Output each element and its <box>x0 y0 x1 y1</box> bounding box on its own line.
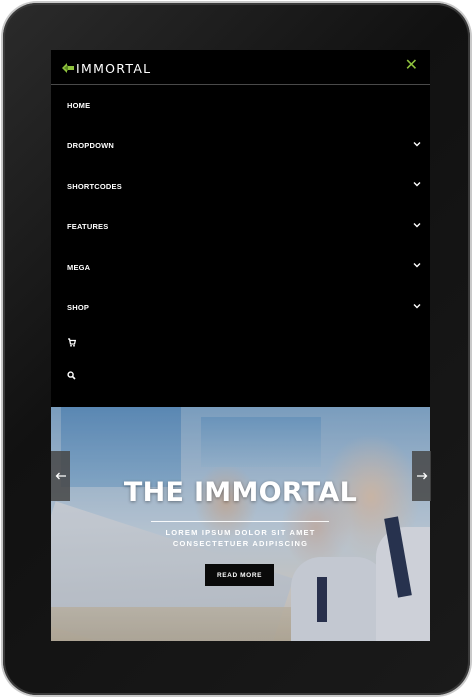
site-logo[interactable]: IMMORTAL <box>61 60 152 76</box>
logo-text: IMMORTAL <box>76 60 152 76</box>
chevron-down-icon[interactable] <box>412 301 422 311</box>
menu-item-home[interactable]: HOME <box>51 85 430 126</box>
hero-divider <box>151 521 329 522</box>
chevron-down-icon[interactable] <box>412 139 422 149</box>
hero-overlay <box>51 407 430 641</box>
slider-prev-button[interactable] <box>51 451 70 501</box>
arrow-left-icon <box>55 472 66 480</box>
mobile-screen: IMMORTAL ✕ HOME DROPDOWN SHORTCODES FEAT… <box>51 50 430 641</box>
menu-item-dropdown[interactable]: DROPDOWN <box>51 126 430 167</box>
menu-item-mega[interactable]: MEGA <box>51 247 430 288</box>
cart-icon <box>68 338 76 347</box>
menu-item-label: SHORTCODES <box>67 181 122 191</box>
chevron-down-icon[interactable] <box>412 260 422 270</box>
menu-item-label: SHOP <box>67 303 90 313</box>
menu-item-shortcodes[interactable]: SHORTCODES <box>51 166 430 207</box>
search-icon <box>67 371 76 380</box>
menu-item-label: MEGA <box>67 262 91 272</box>
hero-subtitle-line1: LOREM IPSUM DOLOR SIT AMET <box>165 528 316 537</box>
chevron-down-icon[interactable] <box>412 220 422 230</box>
hero-subtitle-line2: CONSECTETUER ADIPISCING <box>172 539 309 548</box>
hero-title: THE IMMORTAL <box>123 477 358 508</box>
hero-subtitle: LOREM IPSUM DOLOR SIT AMET CONSECTETUER … <box>51 527 430 549</box>
read-more-button[interactable]: READ MORE <box>205 564 274 586</box>
chevron-down-icon[interactable] <box>412 179 422 189</box>
menu-item-shop[interactable]: SHOP <box>51 288 430 329</box>
slider-next-button[interactable] <box>412 451 431 501</box>
hero-slider: THE IMMORTAL LOREM IPSUM DOLOR SIT AMET … <box>51 407 430 641</box>
menu-item-cart[interactable] <box>51 328 430 361</box>
menu-item-features[interactable]: FEATURES <box>51 207 430 248</box>
menu-item-label: DROPDOWN <box>67 141 115 151</box>
menu-item-search[interactable] <box>51 361 430 394</box>
logo-mark-icon <box>62 63 74 73</box>
site-header: IMMORTAL ✕ <box>51 50 430 85</box>
mobile-menu: HOME DROPDOWN SHORTCODES FEATURES MEGA S… <box>51 85 430 394</box>
arrow-right-icon <box>416 472 427 480</box>
menu-item-label: FEATURES <box>67 222 109 232</box>
menu-item-label: HOME <box>67 100 91 110</box>
close-icon[interactable]: ✕ <box>405 57 418 75</box>
